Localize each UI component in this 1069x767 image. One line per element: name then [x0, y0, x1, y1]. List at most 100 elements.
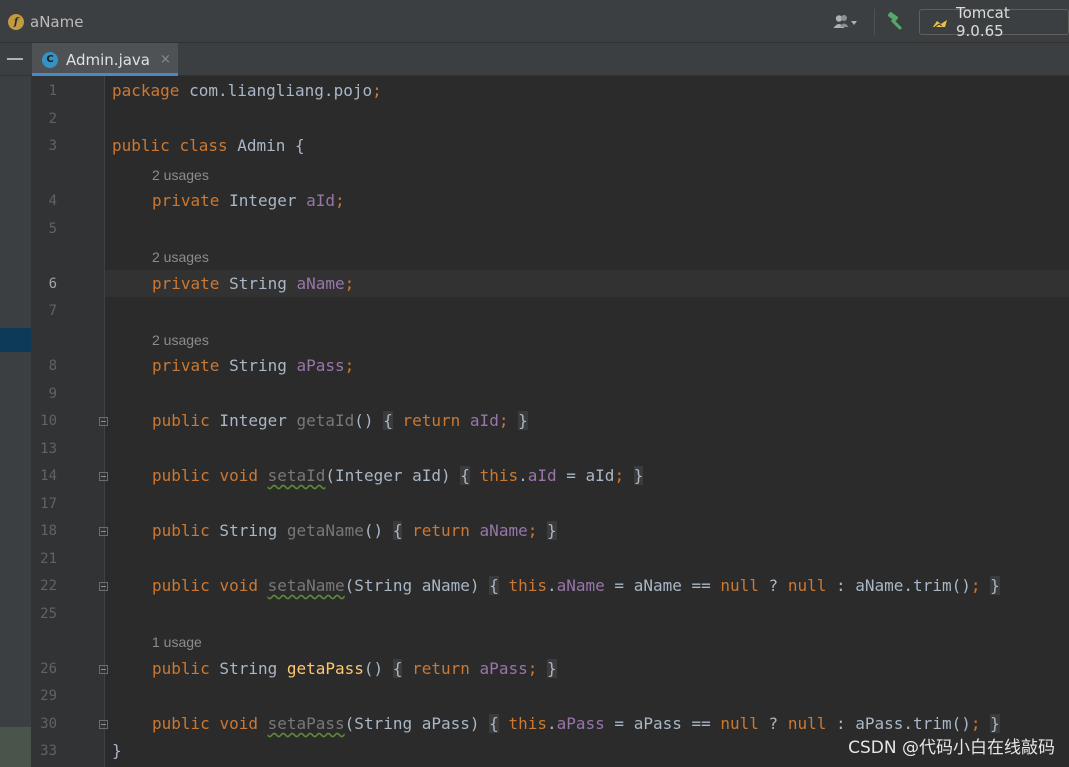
line-number: 10	[40, 413, 57, 429]
line-number: 14	[40, 468, 57, 484]
code-line-14: public void setaId(Integer aId) { this.a…	[152, 466, 644, 486]
tab-admin-java[interactable]: C Admin.java ×	[32, 43, 178, 76]
field-name: aName	[296, 274, 345, 293]
usage-hint[interactable]: 2 usages	[152, 166, 209, 184]
field-name: aId	[306, 191, 336, 210]
tab-label: Admin.java	[66, 50, 151, 69]
folded-brace[interactable]: }	[990, 576, 1000, 595]
code-line-26: public String getaPass() { return aPass;…	[152, 659, 557, 679]
method-name: getaId	[296, 411, 355, 430]
keyword: this	[508, 576, 547, 595]
folded-brace[interactable]: {	[392, 521, 403, 540]
line-number: 33	[40, 743, 57, 759]
semicolon: ;	[970, 576, 981, 595]
tomcat-icon	[932, 16, 948, 28]
parens: ()	[354, 411, 374, 430]
params: (String aName)	[344, 576, 480, 595]
collapse-icon[interactable]	[7, 58, 23, 60]
keyword: void	[219, 576, 258, 595]
ternary: ?	[758, 576, 788, 595]
usage-hint[interactable]: 2 usages	[152, 331, 209, 349]
line-number: 30	[40, 716, 57, 732]
line-number: 26	[40, 661, 57, 677]
code-line-10: public Integer getaId() { return aId; }	[152, 411, 528, 431]
keyword: null	[787, 714, 827, 733]
field-name: aPass	[296, 356, 345, 375]
keyword: public	[152, 411, 210, 430]
code-line-18: public String getaName() { return aName;…	[152, 521, 557, 541]
keyword: this	[508, 714, 547, 733]
line-number: 8	[48, 358, 57, 374]
line-number: 25	[40, 606, 57, 622]
method-name: setaId	[267, 466, 326, 485]
folded-brace[interactable]: {	[489, 714, 499, 733]
toolbar-separator	[874, 8, 875, 35]
breadcrumb[interactable]: f aName	[8, 12, 83, 32]
line-number: 9	[48, 386, 57, 402]
keyword: null	[720, 576, 759, 595]
code-line-22: public void setaName(String aName) { thi…	[152, 576, 1000, 596]
line-number: 7	[48, 303, 57, 319]
field-name: aName	[479, 521, 528, 540]
keyword: private	[152, 356, 220, 375]
line-number: 4	[48, 193, 57, 209]
folded-brace[interactable]: }	[633, 466, 644, 485]
code-line-6: private String aName;	[152, 274, 354, 294]
run-configuration-select[interactable]: Tomcat 9.0.65	[919, 4, 1069, 40]
usage-hint[interactable]: 2 usages	[152, 248, 209, 266]
folded-brace[interactable]: {	[383, 411, 393, 430]
brace: {	[295, 136, 305, 155]
dot: .	[518, 466, 528, 485]
field-name: aName	[556, 576, 605, 595]
fold-marker-icon[interactable]	[99, 720, 108, 729]
semicolon: ;	[614, 466, 625, 485]
folded-brace[interactable]: }	[547, 521, 557, 540]
line-number: 29	[40, 688, 57, 704]
keyword: this	[479, 466, 519, 485]
type: Integer	[219, 191, 307, 210]
keyword: public	[152, 576, 210, 595]
run-configuration-label: Tomcat 9.0.65	[956, 3, 1010, 40]
keyword: null	[787, 576, 827, 595]
tool-strip-selection[interactable]	[0, 328, 31, 352]
folded-brace[interactable]: {	[489, 576, 499, 595]
navigation-bar: f aName Tomcat 9.0.65	[0, 0, 1069, 43]
keyword: private	[152, 191, 220, 210]
package-name: com.liangliang.pojo	[179, 81, 373, 100]
ternary: ?	[758, 714, 788, 733]
type: String	[219, 356, 297, 375]
parens: ()	[363, 521, 384, 540]
usage-hint[interactable]: 1 usage	[152, 633, 202, 651]
folded-brace[interactable]: }	[547, 659, 557, 678]
folded-brace[interactable]: }	[990, 714, 1000, 733]
method-name: setaName	[267, 576, 345, 595]
close-icon[interactable]: ×	[160, 52, 171, 67]
folded-brace[interactable]: {	[460, 466, 470, 485]
line-number: 17	[40, 496, 57, 512]
field-icon: f	[8, 14, 24, 30]
fold-marker-icon[interactable]	[99, 527, 108, 536]
expression: : aName.trim()	[826, 576, 971, 595]
class-icon: C	[42, 51, 58, 68]
fold-marker-icon[interactable]	[99, 665, 108, 674]
line-number: 1	[48, 83, 57, 99]
left-tool-strip	[0, 76, 31, 767]
keyword: public	[152, 521, 210, 540]
user-icon[interactable]	[828, 7, 864, 37]
expression: = aName ==	[604, 576, 721, 595]
line-number: 5	[48, 221, 57, 237]
keyword: public	[112, 136, 170, 155]
fold-marker-icon[interactable]	[99, 472, 108, 481]
code-line-1: package com.liangliang.pojo;	[112, 81, 382, 101]
fold-marker-icon[interactable]	[99, 417, 108, 426]
line-number-current: 6	[48, 276, 57, 292]
field-name: aPass	[556, 714, 605, 733]
watermark: CSDN @代码小白在线敲码	[848, 738, 1055, 758]
semicolon: ;	[372, 81, 382, 100]
build-hammer-icon[interactable]	[881, 7, 911, 37]
semicolon: ;	[498, 411, 509, 430]
brace: }	[112, 741, 122, 760]
folded-brace[interactable]: {	[392, 659, 403, 678]
folded-brace[interactable]: }	[518, 411, 528, 430]
fold-marker-icon[interactable]	[99, 582, 108, 591]
